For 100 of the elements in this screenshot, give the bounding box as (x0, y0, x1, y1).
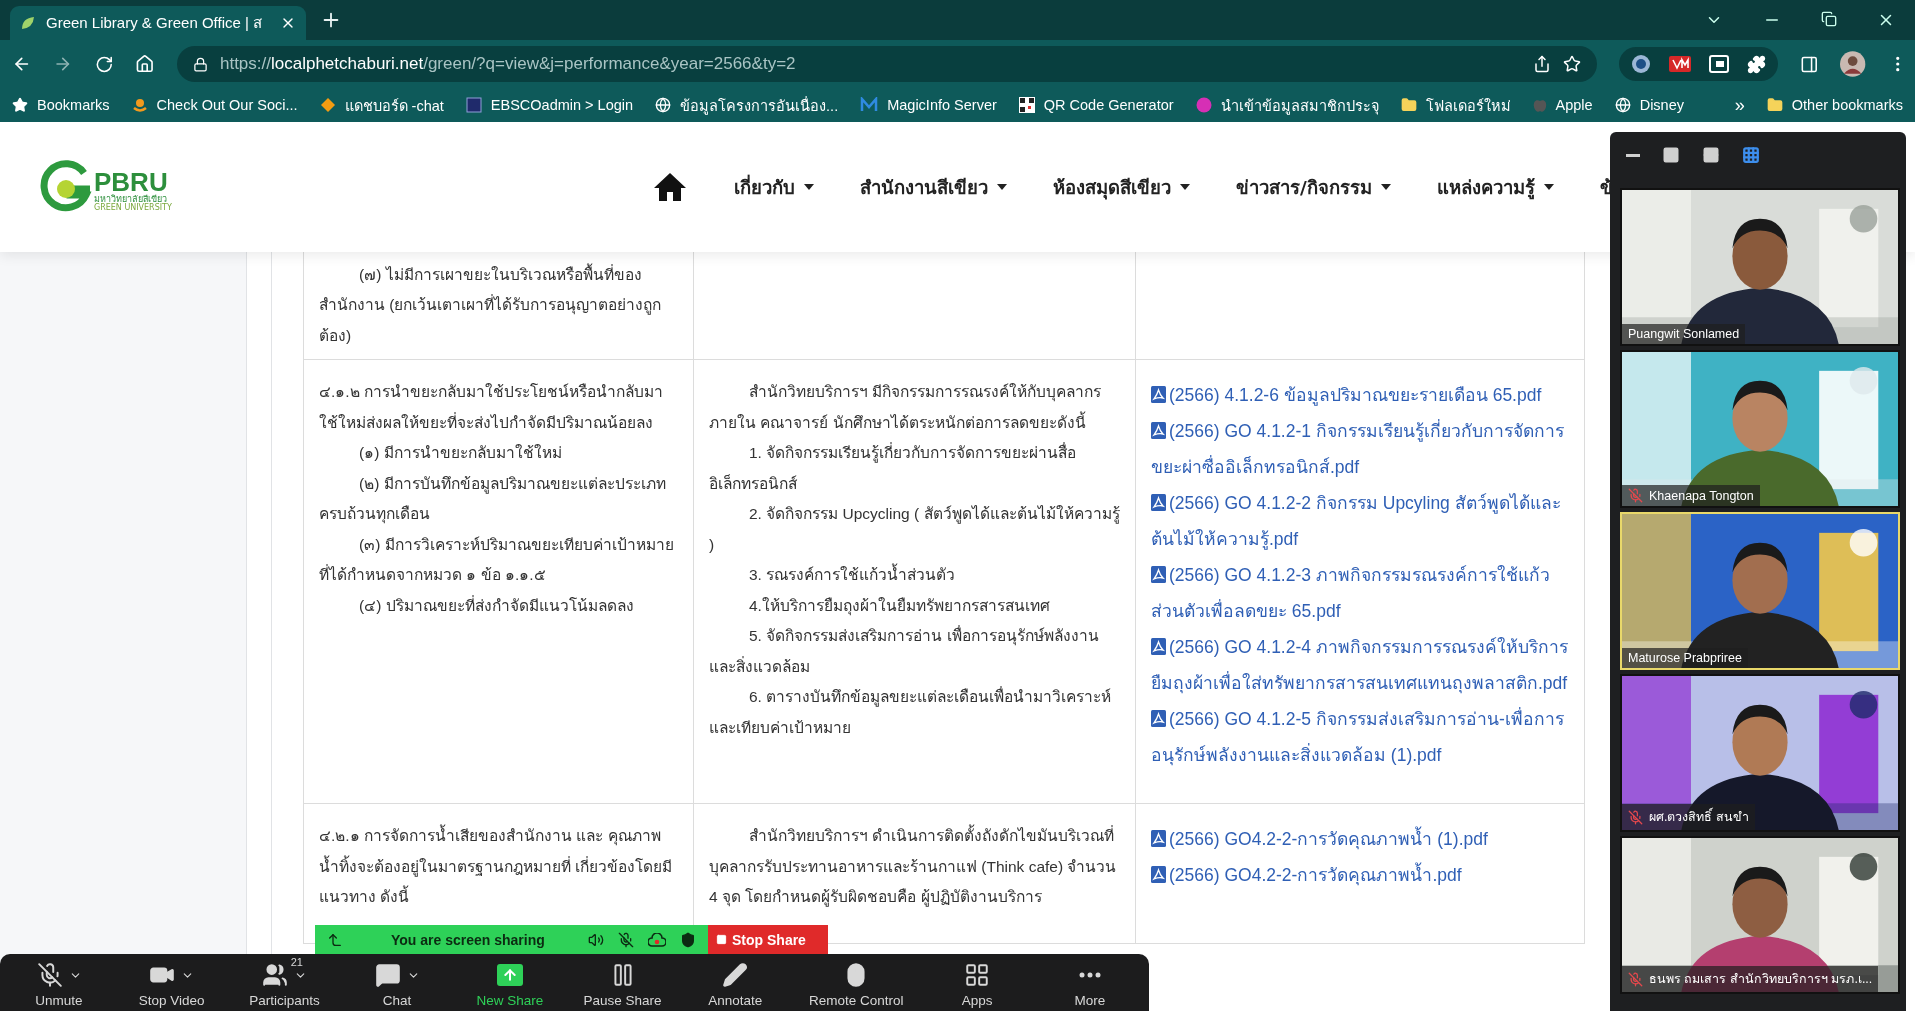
action-text: 6. ตารางบันทึกข้อมูลขยะแต่ละเดือนเพื่อนำมาวิเคราะห์และเทียบค่าเป้าหมาย (709, 685, 1113, 738)
cloud-icon (648, 932, 666, 947)
pdf-file-icon (1151, 386, 1166, 403)
mic-muted-icon (36, 962, 63, 988)
share-icon[interactable] (1532, 55, 1551, 73)
arc-icon (131, 97, 148, 113)
pdf-link[interactable]: (2566) GO4.2-2-การวัดคุณภาพน้ำ.pdf (1151, 857, 1570, 893)
pdf-link[interactable]: (2566) GO 4.1.2-1 กิจกรรมเรียนรู้เกี่ยวกับการจัดการขยะผ่าซื่ออิเล็กทรอนิกส์.pdf (1151, 413, 1570, 485)
bookmark[interactable]: Disney (1614, 97, 1684, 113)
zigzag-icon (860, 97, 879, 113)
toolbar-button[interactable]: Apps (938, 960, 1017, 1008)
logo-subtitle: มหาวิทยาลัยสีเขียว (94, 194, 167, 204)
pdf-file-icon (1151, 866, 1166, 883)
action-text: 5. จัดกิจกรรมส่งเสริมการอ่าน เพื่อการอนุรักษ์พลังงานและสิ่งแวดล้อม (709, 624, 1100, 677)
action-text: 4.ให้บริการยืมถุงผ้าในยืมทรัพยากรสารสนเทศ (748, 595, 1051, 618)
shield-icon (680, 931, 696, 948)
extensions-icon[interactable] (1746, 54, 1766, 74)
lock-icon[interactable] (192, 56, 208, 72)
criterion-text: (๑) มีการนำขยะกลับมาใช้ใหม่ (358, 443, 563, 463)
folder-icon (1766, 97, 1783, 113)
screen-icon[interactable] (1708, 55, 1729, 73)
extension-icon[interactable] (1668, 56, 1691, 72)
more-icon (1078, 972, 1101, 978)
bookmark[interactable]: Bookmarks (12, 97, 110, 113)
caret-icon (803, 184, 814, 190)
apps-icon (964, 962, 991, 988)
bookmark[interactable]: MagicInfo Server (860, 97, 997, 113)
folder-icon (1400, 97, 1417, 113)
caret-icon (1380, 184, 1391, 190)
bookmark[interactable]: QR Code Generator (1018, 97, 1174, 113)
caret-icon (1179, 184, 1190, 190)
pdf-file-icon (1151, 638, 1166, 655)
side-panel-icon[interactable] (1799, 54, 1819, 74)
pdf-link[interactable]: (2566) GO 4.1.2-3 ภาพกิจกรรมรณรงค์การใช้แก้วส่วนตัวเพื่อลดขยะ 65.pdf (1151, 557, 1570, 629)
bookmark[interactable]: EBSCOadmin > Login (465, 97, 634, 113)
speaker-view-icon (1662, 146, 1680, 164)
sharing-status: You are screen sharing (391, 931, 545, 948)
share-screen-icon (496, 964, 523, 986)
star-icon (12, 97, 28, 113)
address-bar[interactable]: https://localphetchaburi.net/green/?q=view&j=performance&year=2566&ty=2 (176, 46, 1597, 82)
bookmark[interactable]: โฟลเดอร์ใหม่ (1400, 93, 1511, 117)
restore-icon[interactable] (1821, 11, 1837, 27)
browser-tab[interactable]: Green Library & Green Office | ส (10, 6, 306, 40)
toolbar-button[interactable]: Remote Control (809, 960, 904, 1008)
caret-icon (996, 184, 1007, 190)
nav-menu-item[interactable]: ข่าวสาร/กิจกรรม (1235, 172, 1391, 202)
criterion-text: ๔.๒.๑ การจัดการน้ำเสียของสำนักงาน และ คุณภาพน้ำทิ้งจะต้องอยู่ในมาตรฐานกฎหมายที่ เกี่ยวข้องโดยมีแนวทาง ดังนี้ (319, 821, 679, 913)
nav-menu-item[interactable]: สำนักงานสีเขียว (859, 172, 1007, 202)
stop-share-button[interactable]: Stop Share (708, 925, 828, 954)
bookmark[interactable]: Check Out Our Soci... (131, 97, 298, 113)
stop-icon (716, 934, 727, 945)
pdf-link[interactable]: (2566) GO 4.1.2-2 กิจกรรม Upcyling สัตว์พูดได้และต้นไม้ให้ความรู้.pdf (1151, 485, 1570, 557)
toolbar-button[interactable]: New Share (470, 960, 549, 1008)
apple-icon (1532, 97, 1547, 113)
more-bookmarks-button[interactable]: » (1734, 94, 1745, 116)
home-icon[interactable] (135, 54, 155, 74)
toolbar-button[interactable]: Stop Video (132, 960, 211, 1008)
extension-icon[interactable] (1630, 54, 1651, 74)
reload-icon[interactable] (94, 54, 114, 74)
pdf-link[interactable]: (2566) GO 4.1.2-4 ภาพกิจกรรมการรณรงค์ให้บริการยืมถุงผ้าเพื่อใส่ทรัพยากรสารสนเทศแทนถุงพลาสติก.pdf (1151, 629, 1570, 701)
leaf-icon (20, 15, 36, 31)
action-text: สำนักวิทยบริการฯ ดำเนินการติดตั้งถังดักไขมันบริเวณที่บุคลากรรับประทานอาหารและร้านกาแฟ (Think cafe) จำนวน 4 จุด โดยกำหนดผู้รับผิดชอบคือ ผู้ปฏิบัติงานบริการ (709, 821, 1121, 913)
toolbar-button[interactable]: Annotate (696, 960, 775, 1008)
bookmark[interactable]: แดชบอร์ด -chat (319, 93, 444, 117)
toolbar-button[interactable]: Unmute (20, 960, 98, 1008)
criterion-text: (๒) มีการบันทึกข้อมูลปริมาณขยะแต่ละประเภท ครบถ้วนทุกเดือน (319, 473, 667, 526)
globe-icon (655, 97, 672, 113)
toolbar-button[interactable]: More (1050, 960, 1129, 1008)
logo-tagline: GREEN UNIVERSITY (94, 203, 172, 212)
criterion-text: ๔.๑.๒ การนำขยะกลับมาใช้ประโยชน์หรือนำกลับมาใช้ใหม่ส่งผลให้ขยะที่จะส่งไปกำจัดมีปริมาณน้อยลง (319, 382, 664, 433)
diamond-icon (319, 97, 336, 113)
pdf-link[interactable]: (2566) 4.1.2-6 ข้อมูลปริมาณขยะรายเดือน 65.pdf (1151, 377, 1570, 413)
action-text: 2. จัดกิจกรรม Upcycling ( สัตว์พูดได้และต้นไม้ให้ความรู้ ) (709, 504, 1121, 555)
pdf-link[interactable]: (2566) GO 4.1.2-5 กิจกรรมส่งเสริมการอ่าน-เพื่อการอนุรักษ์พลังงานและสิ่งแวดล้อม (1).pdf (1151, 701, 1570, 773)
pdf-link[interactable]: (2566) GO4.2-2-การวัดคุณภาพน้ำ (1).pdf (1151, 821, 1570, 857)
pdf-file-icon (1151, 422, 1166, 439)
name-tag: Puangwit Sonlamed (1622, 324, 1746, 344)
bookmark[interactable]: ข้อมูลโครงการอันเนื่อง... (655, 93, 839, 117)
grid-view-icon (1742, 146, 1760, 164)
speaker-icon (588, 931, 604, 948)
pdf-file-icon (1151, 566, 1166, 583)
pdf-file-icon (1151, 830, 1166, 847)
bookmark-star-icon[interactable] (1562, 55, 1581, 73)
nav-menu-item[interactable]: แหล่งความรู้ (1436, 172, 1554, 202)
bookmark[interactable]: นำเข้าข้อมูลสมาชิกประจุ (1195, 93, 1379, 117)
name-tag: ผศ.ตวงสิทธิ์ สนขำ (1622, 804, 1755, 830)
criterion-text: (๗) ไม่มีการเผาขยะในบริเวณหรือพื้นที่ของสำนักงาน (ยกเว้นเตาเผาที่ได้รับการอนุญาตอย่างถูกต้อง) (319, 262, 663, 346)
pen-icon (722, 962, 749, 988)
bookmark[interactable]: Apple (1532, 97, 1593, 113)
toolbar-button[interactable]: Pause Share (583, 960, 662, 1008)
criterion-text: (๓) มีการวิเคราะห์ปริมาณขยะเทียบค่าเป้าหมายที่ได้กำหนดจากหมวด ๑ ข้อ ๑.๑.๕ (319, 534, 675, 585)
action-text: 3. รณรงค์การใช้แก้วน้ำส่วนตัว (709, 560, 1121, 591)
criterion-text: (๔) ปริมาณขยะที่ส่งกำจัดมีแนวโน้มลดลง (358, 594, 635, 616)
nav-menu-item[interactable]: ห้องสมุดสีเขียว (1052, 172, 1190, 202)
pdf-file-icon (1151, 494, 1166, 511)
bookmark[interactable]: Other bookmarks (1766, 97, 1903, 113)
action-text: 1. จัดกิจกรรมเรียนรู้เกี่ยวกับการจัดการขยะผ่านสื่ออิเล็กทรอนิกส์ (709, 441, 1078, 494)
nav-menu-item[interactable]: เกี่ยวกับ (733, 172, 814, 202)
profile-avatar[interactable] (1840, 51, 1866, 77)
toolbar-button[interactable]: Chat (358, 960, 437, 1008)
